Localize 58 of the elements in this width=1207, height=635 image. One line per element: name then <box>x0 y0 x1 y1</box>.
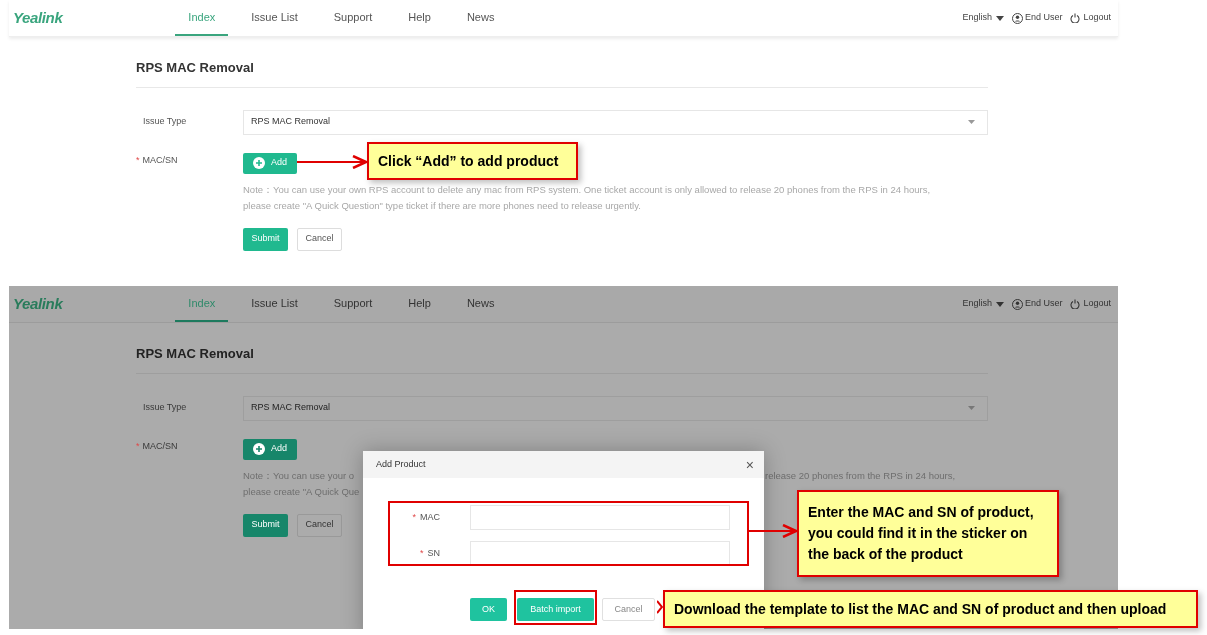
caret-icon <box>968 120 975 124</box>
field-label: MAC/SN <box>142 439 178 453</box>
language-dropdown[interactable]: English <box>962 297 1004 311</box>
plus-icon <box>253 157 265 169</box>
nav-tab[interactable]: Index <box>175 0 229 36</box>
user-link[interactable]: End User <box>1011 11 1063 25</box>
logo: Yealink <box>13 293 63 314</box>
logo: Yealink <box>13 7 63 28</box>
text-input[interactable] <box>470 505 730 530</box>
nav-tab[interactable]: News <box>453 0 508 36</box>
issue-type-select[interactable]: RPS MAC Removal <box>243 109 988 135</box>
field-label: MAC <box>420 510 440 524</box>
required-mark: * <box>136 439 140 453</box>
page-title: RPS MAC Removal <box>136 345 255 363</box>
caret-icon <box>995 15 1004 21</box>
field-label: SN <box>427 546 440 560</box>
nav-tab[interactable]: Support <box>320 286 386 322</box>
power-icon <box>1070 13 1081 23</box>
callout-arrow <box>749 524 797 538</box>
field-label: Issue Type <box>142 401 188 415</box>
logout-link[interactable]: Logout <box>1070 297 1111 311</box>
required-mark: * <box>419 546 424 560</box>
required-mark: * <box>136 153 140 167</box>
required-mark: * <box>412 510 416 524</box>
cancel-button[interactable]: Cancel <box>602 598 655 621</box>
field-label: Issue Type <box>142 115 188 129</box>
nav-tab[interactable]: Help <box>395 286 444 322</box>
note-text: please create "A Quick Question" type ticket if there are more phones need to release urgently. <box>243 199 641 214</box>
nav-tab[interactable]: News <box>453 286 508 322</box>
user-icon <box>1011 298 1023 310</box>
page-title: RPS MAC Removal <box>136 59 255 77</box>
cancel-button[interactable]: Cancel <box>297 513 342 537</box>
arrowhead-icon <box>657 600 663 614</box>
callout-arrow <box>297 155 367 169</box>
cancel-button[interactable]: Cancel <box>297 227 342 251</box>
power-icon <box>1070 299 1081 309</box>
nav-tab[interactable]: Issue List <box>238 0 311 36</box>
dialog-title: Add Product <box>376 457 426 471</box>
text-input[interactable] <box>470 541 730 566</box>
caret-icon <box>995 301 1004 307</box>
add-button[interactable]: Add <box>243 438 297 460</box>
logout-link[interactable]: Logout <box>1070 11 1111 25</box>
user-link[interactable]: End User <box>1011 297 1063 311</box>
language-dropdown[interactable]: English <box>962 11 1004 25</box>
caret-icon <box>968 406 975 410</box>
submit-button[interactable]: Submit <box>243 513 288 537</box>
callout-note: Download the template to list the MAC and SN of product and then upload <box>663 590 1198 628</box>
note-text: Note：You can use your own RPS account to delete any mac from RPS system. One ticket account is only allowed to release 20 phones from the RPS in 24 hours, <box>243 183 931 198</box>
user-icon <box>1011 12 1023 24</box>
nav-tab[interactable]: Help <box>395 0 444 36</box>
nav-tab[interactable]: Support <box>320 0 386 36</box>
field-label: MAC/SN <box>142 153 178 167</box>
callout-note: Enter the MAC and SN of product, you could find it in the sticker on the back of the product <box>797 490 1059 577</box>
issue-type-select[interactable]: RPS MAC Removal <box>243 395 988 421</box>
close-button[interactable]: × <box>745 457 754 472</box>
nav-tab[interactable]: Issue List <box>238 286 311 322</box>
callout-note: Click “Add” to add product <box>367 142 578 180</box>
plus-icon <box>253 443 265 455</box>
